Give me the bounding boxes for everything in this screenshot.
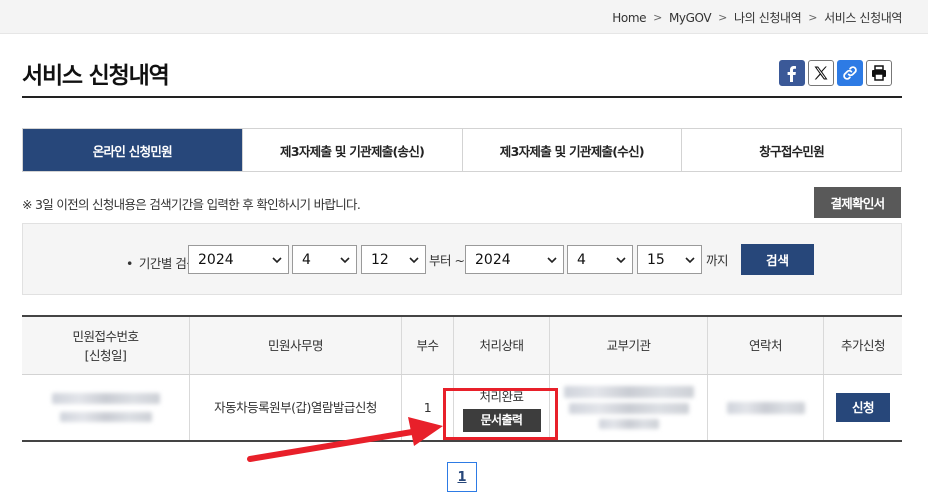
redacted-apply-date [59,412,152,422]
bullet-icon: • [126,256,133,271]
header-additional-apply: 추가신청 [823,317,902,374]
chevron-down-icon [547,257,557,264]
chevron-down-icon [685,257,695,264]
contact-cell [707,375,823,440]
header-contact: 연락처 [707,317,823,374]
from-suffix: 부터 ~ [429,253,465,268]
apply-button[interactable]: 신청 [836,393,890,422]
tab-counter-applications[interactable]: 창구접수민원 [681,129,901,171]
table-header-row: 민원접수번호 [신청일] 민원사무명 부수 처리상태 교부기관 연락처 추가신청 [22,317,902,375]
breadcrumb-current: 서비스 신청내역 [824,11,902,25]
pagination-page-1[interactable]: 1 [447,462,477,492]
header-apply-date-label: [신청일] [84,347,127,363]
header-issuing-agency: 교부기관 [549,317,707,374]
search-label: • 기간별 검색 [126,253,198,272]
facebook-icon[interactable] [779,60,805,86]
tab-online-applications[interactable]: 온라인 신청민원 [23,129,242,171]
breadcrumb: Home > MyGOV > 나의 신청내역 > 서비스 신청내역 [612,9,902,26]
issuing-agency-cell [549,375,707,440]
service-tabs: 온라인 신청민원 제3자제출 및 기관제출(송신) 제3자제출 및 기관제출(수… [22,128,902,172]
header-service-name: 민원사무명 [189,317,401,374]
tab-third-party-sent[interactable]: 제3자제출 및 기관제출(송신) [241,129,462,171]
redacted-agency-line2 [568,403,689,414]
chevron-down-icon [409,257,419,264]
chevron-right-icon: > [808,11,818,24]
to-month-value: 4 [577,251,586,268]
receipt-number-cell [22,375,189,440]
title-divider [22,96,902,98]
header-receipt-number-label: 민원접수번호 [72,328,139,344]
redacted-agency [563,386,694,398]
redacted-contact [726,401,805,414]
redacted-agency-line3 [598,419,659,429]
breadcrumb-my-applications[interactable]: 나의 신청내역 [734,9,802,26]
page-title: 서비스 신청내역 [22,63,170,89]
print-icon[interactable] [866,60,892,86]
top-bar: Home > MyGOV > 나의 신청내역 > 서비스 신청내역 [0,0,928,34]
to-year-value: 2024 [475,251,511,268]
chevron-down-icon [616,257,626,264]
from-month-select[interactable]: 4 [292,245,357,274]
share-bar [779,60,892,86]
to-day-value: 15 [647,251,665,268]
chevron-down-icon [272,257,282,264]
service-name-cell: 자동차등록원부(갑)열람발급신청 [189,375,401,440]
highlight-box [443,388,558,440]
header-copies: 부수 [401,317,453,374]
x-icon[interactable] [808,60,834,86]
breadcrumb-mygov[interactable]: MyGOV [669,11,712,25]
header-receipt-number: 민원접수번호 [신청일] [22,317,189,374]
from-year-select[interactable]: 2024 [188,245,289,274]
to-year-select[interactable]: 2024 [465,245,564,274]
to-suffix: 까지 [706,253,729,268]
redacted-receipt-number [51,393,160,404]
chevron-right-icon: > [718,11,727,24]
from-day-value: 12 [371,251,389,268]
tab-third-party-received[interactable]: 제3자제출 및 기관제출(수신) [461,129,682,171]
link-icon[interactable] [837,60,863,86]
breadcrumb-home[interactable]: Home [612,11,646,25]
additional-apply-cell: 신청 [823,375,902,440]
payment-receipt-button[interactable]: 결제확인서 [814,187,901,218]
from-month-value: 4 [302,251,311,268]
date-search-panel: • 기간별 검색 2024 4 12 부터 ~ 2024 4 15 까지 검색 [22,223,902,295]
chevron-right-icon: > [653,11,662,24]
to-month-select[interactable]: 4 [567,245,633,274]
from-year-value: 2024 [198,251,234,268]
from-day-select[interactable]: 12 [361,245,426,274]
chevron-down-icon [340,257,350,264]
to-day-select[interactable]: 15 [637,245,702,274]
search-button[interactable]: 검색 [741,244,814,275]
search-notice: ※ 3일 이전의 신청내용은 검색기간을 입력한 후 확인하시기 바랍니다. [22,197,361,212]
header-status: 처리상태 [453,317,549,374]
